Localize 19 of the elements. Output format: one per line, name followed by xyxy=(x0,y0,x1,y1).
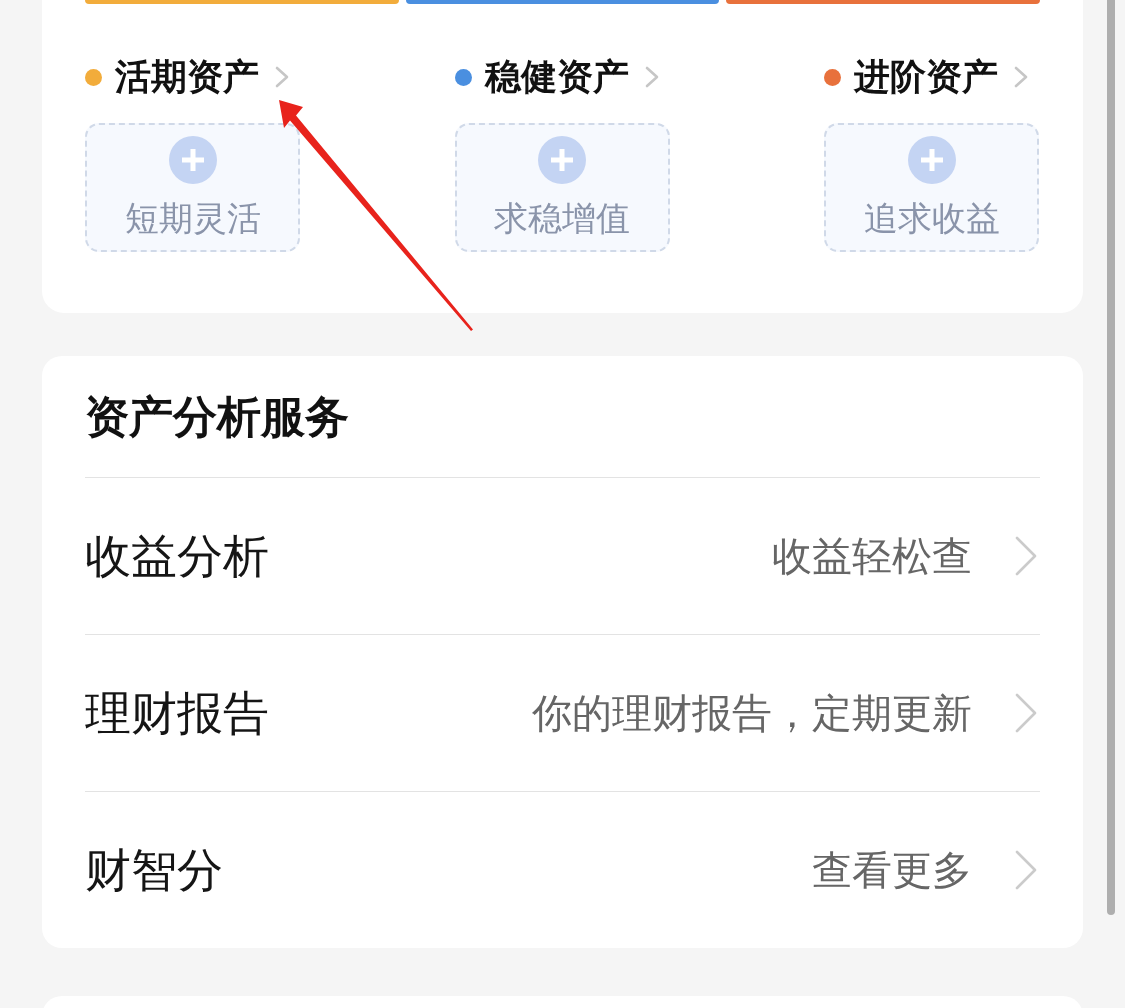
chevron-right-icon xyxy=(1015,693,1037,733)
chevron-right-icon xyxy=(1015,536,1037,576)
category-title[interactable]: 活期资产 xyxy=(115,57,259,97)
category-title[interactable]: 进阶资产 xyxy=(854,57,998,97)
chevron-right-icon xyxy=(1015,850,1037,890)
menu-item-label[interactable]: 收益分析 xyxy=(85,528,269,584)
menu-item-hint: 你的理财报告，定期更新 xyxy=(532,689,972,737)
chevron-right-icon xyxy=(644,66,659,88)
plus-circle-icon xyxy=(168,136,217,184)
menu-item-hint: 收益轻松查 xyxy=(772,532,972,580)
section-title: 资产分析服务 xyxy=(85,390,349,443)
category-title[interactable]: 稳健资产 xyxy=(484,57,629,97)
plus-circle-icon xyxy=(538,136,586,184)
menu-item-hint: 查看更多 xyxy=(812,846,972,894)
menu-item-label[interactable]: 财智分 xyxy=(85,842,223,898)
chevron-right-icon xyxy=(275,66,289,88)
plus-circle-icon xyxy=(907,136,956,184)
chevron-right-icon xyxy=(1014,66,1028,88)
menu-item-label[interactable]: 理财报告 xyxy=(85,685,269,741)
